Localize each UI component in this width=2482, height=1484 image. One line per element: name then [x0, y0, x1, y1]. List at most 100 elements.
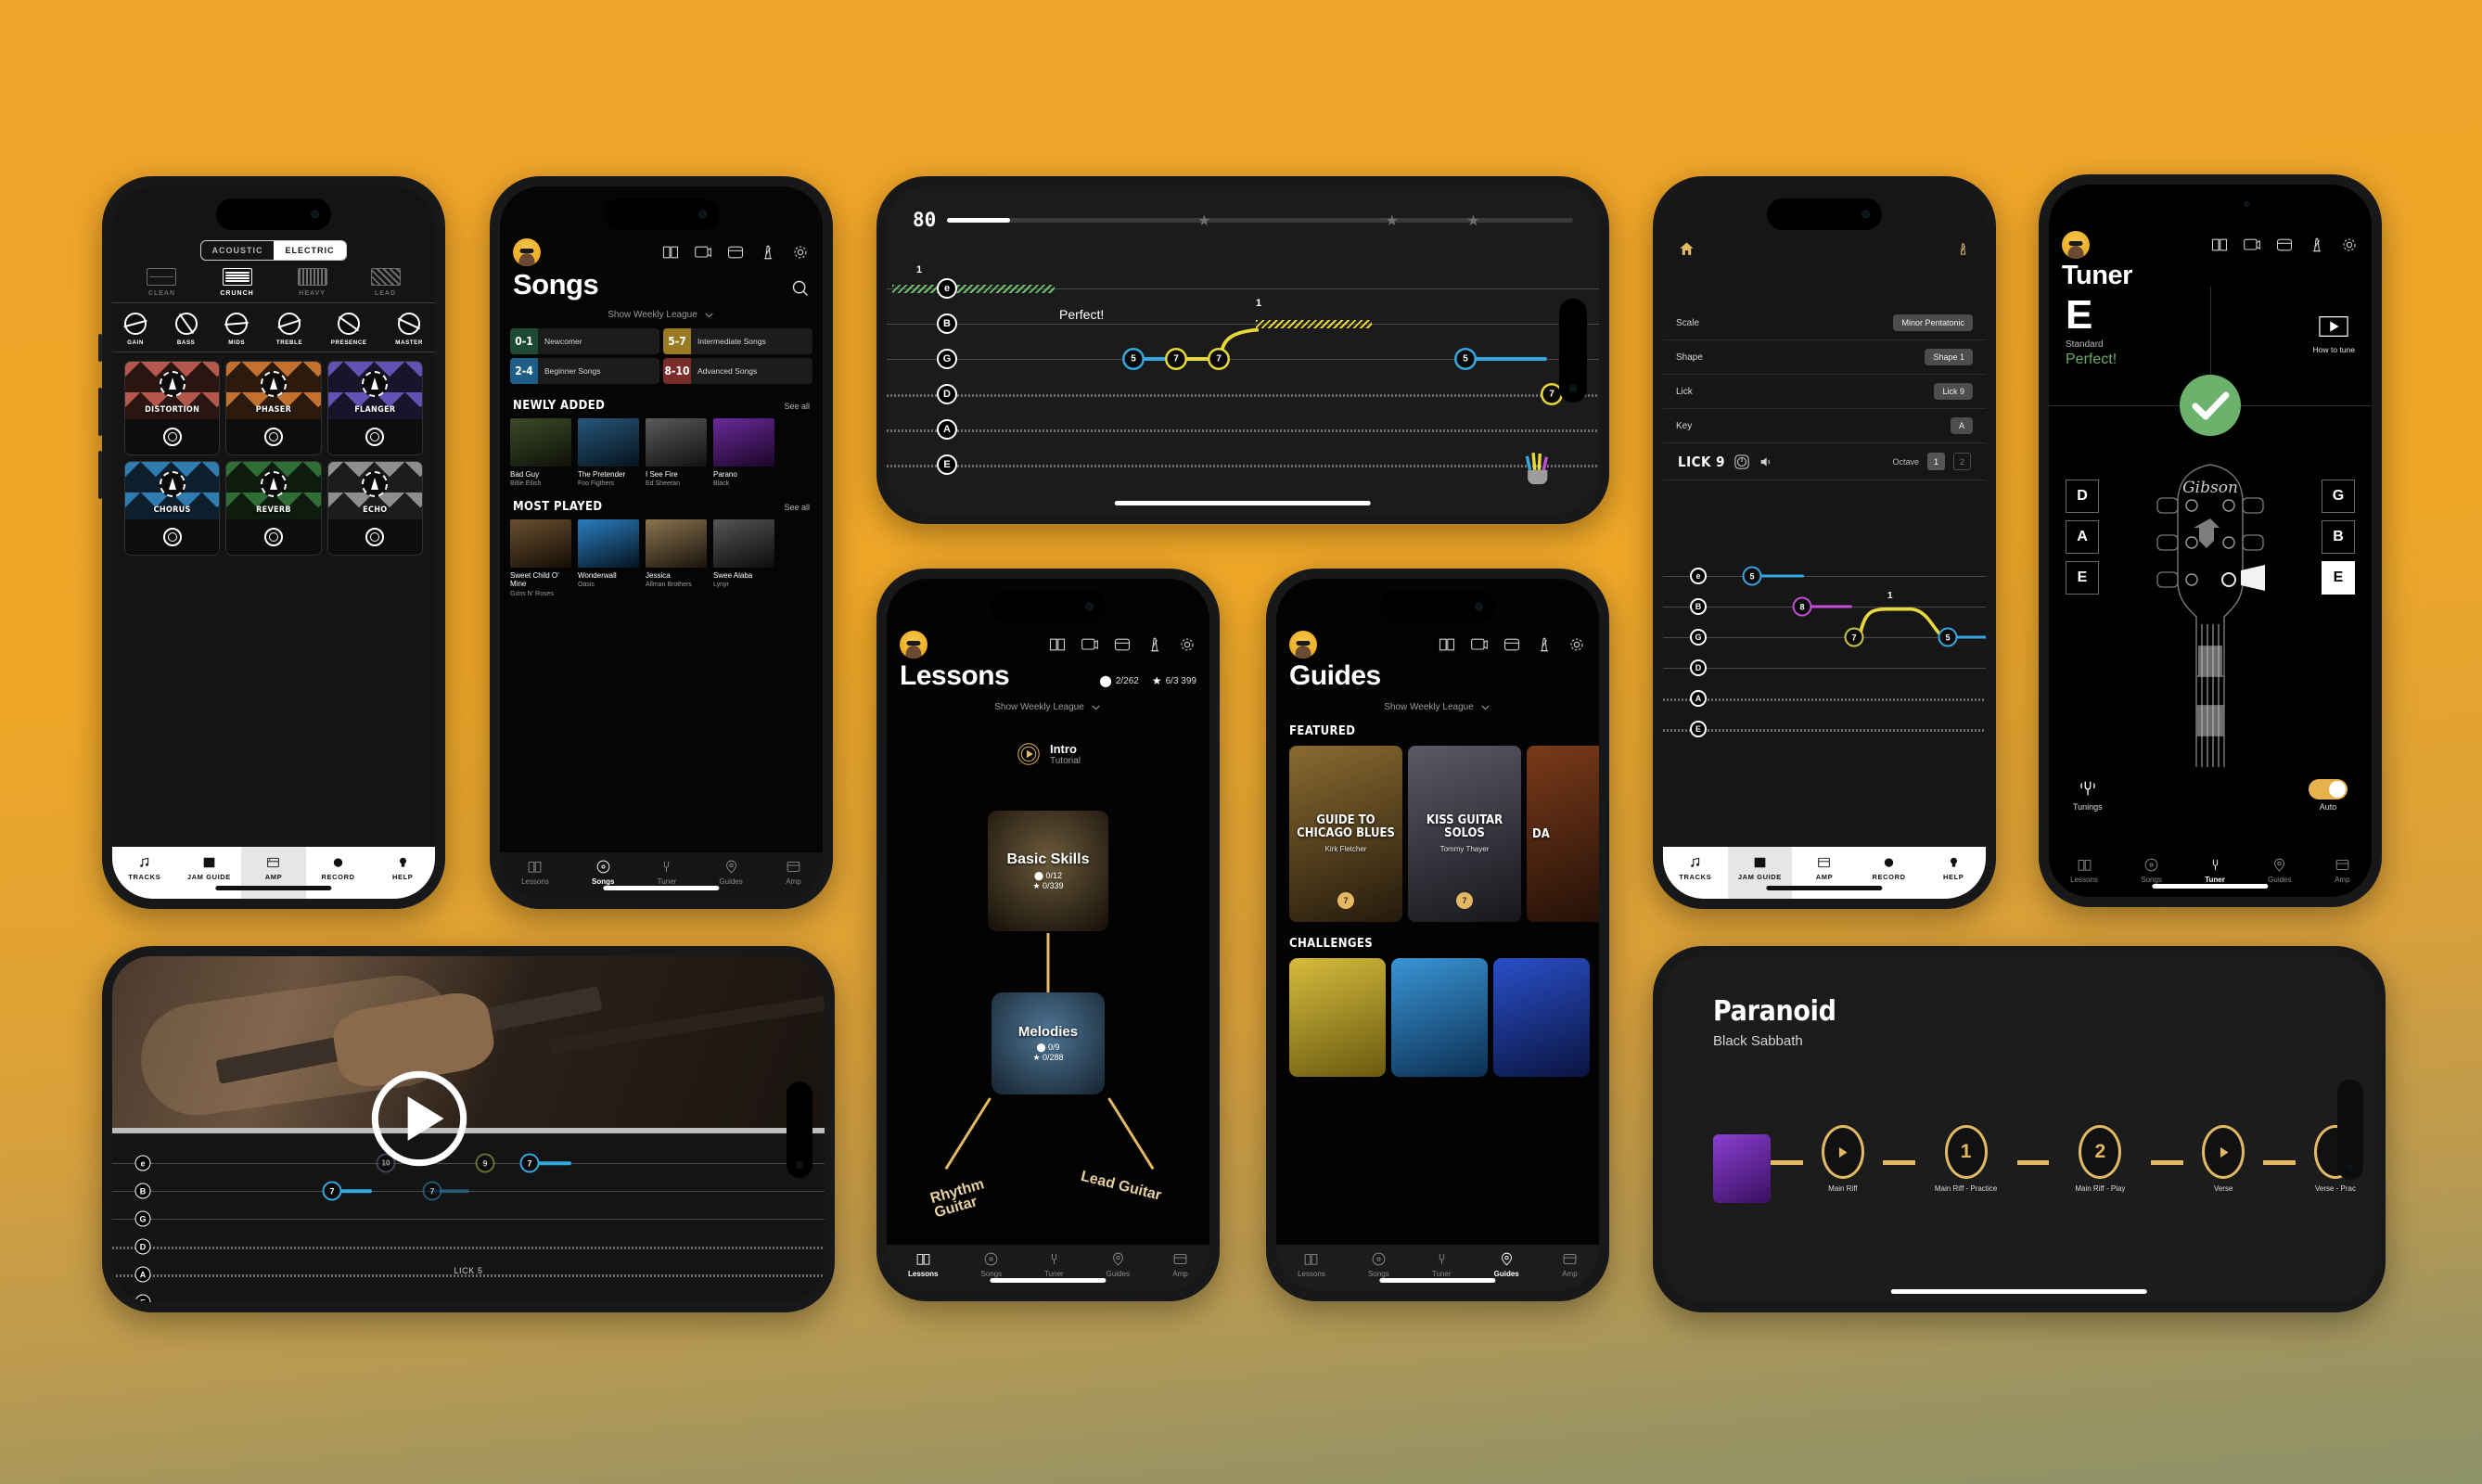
pedal-echo[interactable]: ECHO — [326, 461, 423, 556]
branch-label-rhythm[interactable]: Rhythm Guitar — [928, 1169, 1021, 1221]
song-card[interactable]: The Pretender Foo Figthers — [578, 418, 639, 487]
tab-guides[interactable]: Guides — [719, 859, 743, 886]
pedal-footswitch[interactable] — [125, 519, 220, 555]
knob-bass[interactable]: BASS — [174, 313, 198, 346]
row-shape[interactable]: Shape Shape 1 — [1663, 340, 1986, 375]
tab-lessons[interactable]: Lessons — [1298, 1251, 1325, 1278]
home-icon[interactable] — [1678, 240, 1695, 258]
tab-guides[interactable]: Guides — [2268, 857, 2292, 884]
pedal-reverb[interactable]: REVERB — [225, 461, 322, 556]
gear-icon[interactable] — [791, 243, 810, 262]
lesson-node-basic-skills[interactable]: Basic Skills ⬤ 0/12 ★ 0/339 — [988, 811, 1108, 931]
play-button-icon[interactable] — [370, 1069, 468, 1168]
note-7-D[interactable]: 7 — [1542, 385, 1561, 403]
video-frame[interactable] — [112, 956, 825, 1128]
tab-guides[interactable]: Guides — [1107, 1251, 1130, 1278]
tab-tracks[interactable]: TRACKS — [112, 847, 177, 899]
note-9-e[interactable]: 9 — [477, 1155, 493, 1171]
challenge-card[interactable] — [1493, 958, 1590, 1077]
speed-icon[interactable] — [1734, 454, 1750, 470]
see-all-most-played[interactable]: See all — [784, 503, 810, 512]
tab-amp[interactable]: AMP — [241, 847, 306, 899]
avatar[interactable] — [2062, 231, 2090, 259]
knob-mids[interactable]: MIDS — [225, 313, 249, 346]
tab-amp[interactable]: Amp — [2335, 857, 2350, 884]
row-key[interactable]: Key A — [1663, 409, 1986, 443]
amp-icon[interactable] — [2275, 236, 2294, 254]
segment-electric[interactable]: ELECTRIC — [274, 241, 346, 260]
tab-songs[interactable]: Songs — [1368, 1251, 1389, 1278]
league-advanced[interactable]: 8-10 Advanced Songs — [663, 358, 812, 384]
book-icon[interactable] — [2210, 236, 2229, 254]
auto-toggle[interactable] — [2309, 779, 2348, 800]
book-icon[interactable] — [661, 243, 680, 262]
tab-jam-guide[interactable]: JAM GUIDE — [177, 847, 242, 899]
how-to-tune-button[interactable]: How to tune — [2313, 315, 2355, 354]
note-5-G[interactable]: 5 — [1124, 350, 1143, 368]
tuner-note-E-high[interactable]: E — [2322, 561, 2355, 595]
tab-tuner[interactable]: Tuner — [1432, 1251, 1451, 1278]
song-card[interactable]: Sweet Child O' Mine Guns N' Roses — [510, 519, 571, 597]
octave-1[interactable]: 1 — [1927, 453, 1945, 470]
guide-card-kiss-solos[interactable]: KISS GUITAR SOLOS Tommy Thayer 7 — [1408, 746, 1521, 922]
album-art[interactable] — [1713, 1134, 1771, 1203]
pedal-footswitch[interactable] — [327, 519, 422, 555]
league-intermediate[interactable]: 5-7 Intermediate Songs — [663, 328, 812, 354]
note-7-B-2[interactable]: 7 — [424, 1183, 441, 1199]
tab-tracks[interactable]: TRACKS — [1663, 847, 1728, 899]
avatar[interactable] — [900, 631, 928, 659]
tab-lessons[interactable]: Lessons — [521, 859, 549, 886]
guide-card-chicago-blues[interactable]: GUIDE TO CHICAGO BLUES Kirk Fletcher 7 — [1289, 746, 1402, 922]
metronome-icon[interactable] — [2308, 236, 2326, 254]
tab-lessons[interactable]: Lessons — [2070, 857, 2098, 884]
tab-songs[interactable]: Songs — [592, 859, 614, 886]
tuner-note-D[interactable]: D — [2066, 480, 2099, 513]
song-card[interactable]: Parano Black — [713, 418, 774, 487]
knob-treble[interactable]: TREBLE — [276, 313, 302, 346]
tab-tuner[interactable]: Tuner — [2205, 857, 2225, 884]
row-scale[interactable]: Scale Minor Pentatonic — [1663, 306, 1986, 340]
tab-lessons[interactable]: Lessons — [908, 1251, 938, 1278]
note-5-G-2[interactable]: 5 — [1456, 350, 1475, 368]
avatar[interactable] — [513, 238, 541, 266]
note-5-e[interactable]: 5 — [1744, 568, 1760, 584]
note-5-G[interactable]: 5 — [1939, 629, 1956, 646]
tab-record[interactable]: RECORD — [1857, 847, 1922, 899]
note-7-G[interactable]: 7 — [1846, 629, 1862, 646]
song-card[interactable]: Wonderwall Oasis — [578, 519, 639, 596]
video-icon[interactable] — [2243, 236, 2261, 254]
amp-mode-heavy[interactable]: HEAVY — [297, 268, 327, 297]
pedal-footswitch[interactable] — [226, 519, 321, 555]
knob-presence[interactable]: PRESENCE — [331, 313, 367, 346]
gear-icon[interactable] — [1178, 635, 1196, 654]
video-scrubber[interactable] — [112, 1128, 825, 1133]
challenge-card[interactable] — [1391, 958, 1488, 1077]
play-circle-icon[interactable] — [1016, 741, 1042, 767]
video-icon[interactable] — [1081, 635, 1099, 654]
avatar[interactable] — [1289, 631, 1317, 659]
pedal-footswitch[interactable] — [226, 419, 321, 454]
branch-label-lead[interactable]: Lead Guitar — [1079, 1169, 1168, 1206]
weekly-league-toggle[interactable]: Show Weekly League — [500, 309, 823, 321]
challenge-card[interactable] — [1289, 958, 1386, 1077]
amp-icon[interactable] — [1113, 635, 1132, 654]
tab-guides[interactable]: Guides — [1494, 1251, 1519, 1278]
segment-acoustic[interactable]: ACOUSTIC — [201, 241, 274, 260]
song-card[interactable]: Bad Guy Billie Eilish — [510, 418, 571, 487]
knob-master[interactable]: MASTER — [395, 313, 423, 346]
lesson-node-melodies[interactable]: Melodies ⬤ 0/9 ★ 0/288 — [992, 992, 1105, 1094]
octave-2[interactable]: 2 — [1953, 453, 1971, 470]
gear-icon[interactable] — [1567, 635, 1586, 654]
row-lick[interactable]: Lick Lick 9 — [1663, 375, 1986, 409]
amp-icon[interactable] — [726, 243, 745, 262]
metronome-icon[interactable] — [759, 243, 777, 262]
pedal-flanger[interactable]: FLANGER — [326, 361, 423, 455]
league-newcomer[interactable]: 0-1 Newcomer — [510, 328, 659, 354]
tuner-note-E-low[interactable]: E — [2066, 561, 2099, 595]
search-icon[interactable] — [790, 278, 810, 298]
pedal-chorus[interactable]: CHORUS — [124, 461, 221, 556]
knob-gain[interactable]: GAIN — [124, 313, 147, 346]
note-8-B[interactable]: 8 — [1794, 598, 1810, 615]
song-card[interactable]: I See Fire Ed Sheeran — [646, 418, 707, 487]
tuner-note-B[interactable]: B — [2322, 520, 2355, 554]
